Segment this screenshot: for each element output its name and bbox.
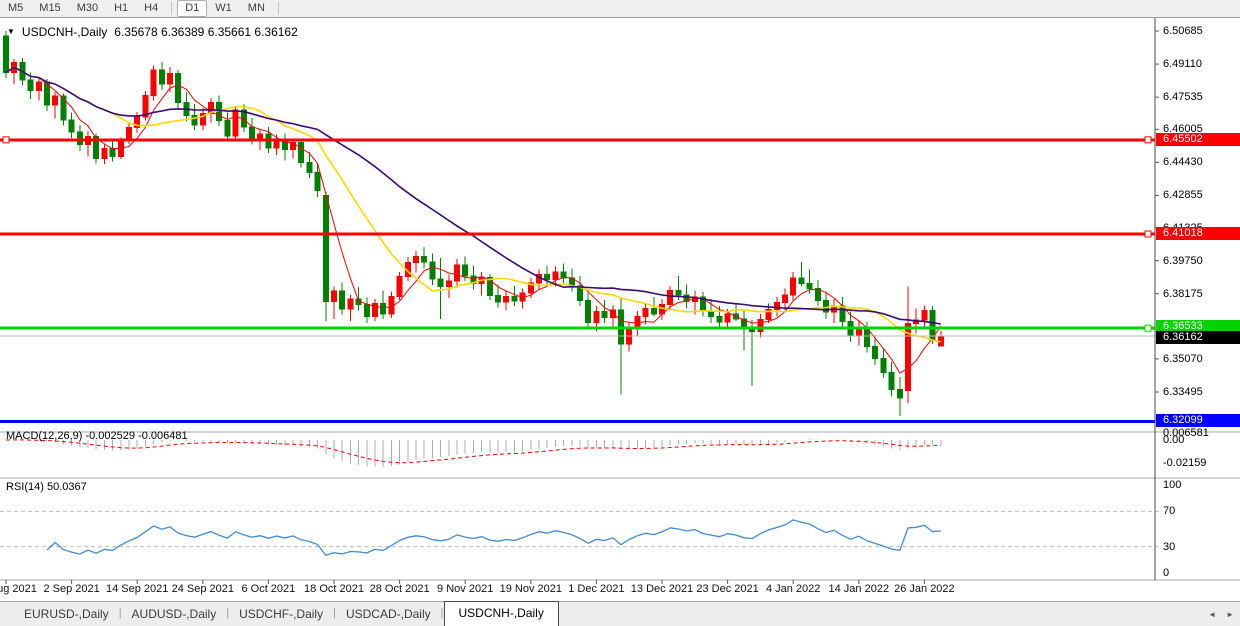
hline-handle[interactable] bbox=[1145, 325, 1151, 331]
rsi-tick-label: 30 bbox=[1163, 541, 1175, 553]
price-tick-label: 6.35070 bbox=[1163, 353, 1203, 365]
timeframe-button-m5[interactable]: M5 bbox=[0, 0, 31, 17]
tab-scroll-right-icon[interactable]: ► bbox=[1226, 610, 1234, 619]
symbol-dropdown-icon[interactable]: ▼ bbox=[7, 27, 15, 36]
price-tag-6.36162: 6.36162 bbox=[1156, 331, 1240, 344]
price-tag-6.45502: 6.45502 bbox=[1156, 133, 1240, 146]
price-tag-6.32099: 6.32099 bbox=[1156, 414, 1240, 427]
toolbar-separator bbox=[171, 2, 172, 15]
price-tick-label: 6.42855 bbox=[1163, 189, 1203, 201]
rsi-tick-label: 100 bbox=[1163, 479, 1181, 491]
timeframe-toolbar: M5M15M30H1H4 D1W1MN bbox=[0, 0, 1240, 18]
rsi-tick-label: 0 bbox=[1163, 567, 1169, 579]
ohlc-readout: 6.35678 6.36389 6.35661 6.36162 bbox=[114, 25, 298, 39]
rsi-line bbox=[47, 520, 941, 555]
tab-scroll-left-icon[interactable]: ◄ bbox=[1208, 610, 1216, 619]
timeframe-button-w1[interactable]: W1 bbox=[207, 0, 240, 17]
toolbar-separator bbox=[278, 2, 279, 15]
timeframe-button-mn[interactable]: MN bbox=[240, 0, 273, 17]
price-tick-label: 6.38175 bbox=[1163, 288, 1203, 300]
date-tick-label: 26 Jan 2022 bbox=[880, 583, 968, 595]
macd-tick-label: 0.00 bbox=[1163, 434, 1184, 446]
hline-handle[interactable] bbox=[1145, 231, 1151, 237]
price-tick-label: 6.33495 bbox=[1163, 386, 1203, 398]
chart-title: ▼ USDCNH-,Daily 6.35678 6.36389 6.35661 … bbox=[7, 25, 298, 39]
price-tag-6.41018: 6.41018 bbox=[1156, 227, 1240, 240]
timeframe-button-h1[interactable]: H1 bbox=[106, 0, 136, 17]
price-tick-label: 6.39750 bbox=[1163, 255, 1203, 267]
timeframe-button-h4[interactable]: H4 bbox=[136, 0, 166, 17]
macd-histogram bbox=[6, 439, 941, 467]
rsi-indicator-label: RSI(14) 50.0367 bbox=[6, 481, 87, 493]
timeframe-button-m30[interactable]: M30 bbox=[69, 0, 106, 17]
price-tick-label: 6.50685 bbox=[1163, 25, 1203, 37]
chart-tab-usdchfdaily[interactable]: USDCHF-,Daily bbox=[229, 603, 333, 626]
rsi-tick-label: 70 bbox=[1163, 505, 1175, 517]
price-tick-label: 6.44430 bbox=[1163, 156, 1203, 168]
price-tick-label: 6.47535 bbox=[1163, 91, 1203, 103]
symbol-tabbar: EURUSD-,Daily|AUDUSD-,Daily|USDCHF-,Dail… bbox=[0, 601, 1240, 626]
chart-tab-usdcaddaily[interactable]: USDCAD-,Daily bbox=[336, 603, 441, 626]
candlestick-plot[interactable] bbox=[0, 18, 1240, 601]
chart-tab-eurusddaily[interactable]: EURUSD-,Daily bbox=[14, 603, 119, 626]
candles bbox=[4, 31, 944, 416]
hline-handle[interactable] bbox=[3, 137, 9, 143]
timeframe-button-m15[interactable]: M15 bbox=[31, 0, 68, 17]
macd-tick-label: -0.02159 bbox=[1163, 457, 1206, 469]
hline-handle[interactable] bbox=[1145, 137, 1151, 143]
chart-tab-usdcnhdaily[interactable]: USDCNH-,Daily bbox=[444, 601, 559, 626]
chart-window[interactable]: ▼ USDCNH-,Daily 6.35678 6.36389 6.35661 … bbox=[0, 18, 1240, 601]
chart-tab-audusddaily[interactable]: AUDUSD-,Daily bbox=[122, 603, 227, 626]
timeframe-button-d1[interactable]: D1 bbox=[177, 0, 207, 17]
symbol-name: USDCNH-,Daily bbox=[22, 25, 107, 39]
price-tick-label: 6.49110 bbox=[1163, 58, 1202, 70]
macd-indicator-label: MACD(12,26,9) -0.002529 -0.006481 bbox=[6, 430, 188, 442]
